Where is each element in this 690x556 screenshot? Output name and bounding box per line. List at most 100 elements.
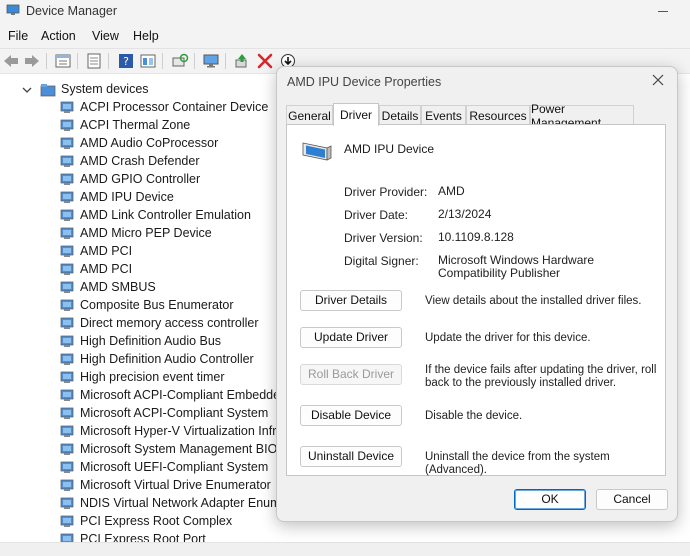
digital-signer-label: Digital Signer: <box>344 254 419 268</box>
system-device-icon <box>60 101 74 113</box>
device-manager-icon <box>6 4 20 15</box>
system-device-icon <box>60 155 74 167</box>
tree-item-label: High Definition Audio Bus <box>80 334 222 348</box>
title-bar: Device Manager <box>0 0 690 24</box>
properties-dialog: AMD IPU Device Properties General Driver… <box>276 66 678 522</box>
tree-item-label: ACPI Processor Container Device <box>80 100 269 114</box>
system-device-icon <box>60 209 74 221</box>
tree-item-label: Microsoft ACPI-Compliant Embedded <box>80 388 288 402</box>
tree-item-label: PCI Express Root Complex <box>80 514 233 528</box>
system-device-icon <box>60 389 74 401</box>
disable-device-description: Disable the device. <box>425 410 523 422</box>
tree-item-label: AMD SMBUS <box>80 280 156 294</box>
update-driver-description: Update the driver for this device. <box>425 332 591 344</box>
tree-item-label: Microsoft System Management BIOS <box>80 442 286 456</box>
close-icon[interactable] <box>651 73 665 87</box>
tree-item-label: Microsoft ACPI-Compliant System <box>80 406 269 420</box>
menu-bar: File Action View Help <box>0 24 690 49</box>
add-driver-icon[interactable] <box>233 53 251 69</box>
driver-provider-value: AMD <box>438 184 465 198</box>
toolbar-separator <box>225 53 226 69</box>
show-hidden-icon[interactable] <box>139 53 157 69</box>
forward-arrow-icon[interactable] <box>23 53 41 69</box>
chevron-down-icon[interactable] <box>22 85 32 95</box>
horizontal-scrollbar[interactable] <box>0 542 690 556</box>
update-driver-button[interactable]: Update Driver <box>300 327 402 348</box>
system-device-icon <box>60 263 74 275</box>
tab-power-management[interactable]: Power Management <box>530 102 634 130</box>
system-device-icon <box>60 479 74 491</box>
menu-action[interactable]: Action <box>41 29 76 43</box>
menu-file[interactable]: File <box>8 29 28 43</box>
system-device-icon <box>60 137 74 149</box>
tree-item-label: Microsoft Hyper-V Virtualization Infra <box>80 424 284 438</box>
monitor-icon[interactable] <box>202 53 220 69</box>
digital-signer-value: Microsoft Windows Hardware Compatibility… <box>438 253 595 280</box>
tree-item-label: AMD Micro PEP Device <box>80 226 212 240</box>
system-device-icon <box>60 119 74 131</box>
driver-details-description: View details about the installed driver … <box>425 295 642 307</box>
device-name: AMD IPU Device <box>344 142 435 156</box>
menu-help[interactable]: Help <box>133 29 159 43</box>
tree-item-label: Composite Bus Enumerator <box>80 298 234 312</box>
system-device-icon <box>60 173 74 185</box>
tree-item-label: AMD GPIO Controller <box>80 172 201 186</box>
back-arrow-icon[interactable] <box>2 53 20 69</box>
toolbar-separator <box>77 53 78 69</box>
tree-item-label: High Definition Audio Controller <box>80 352 254 366</box>
properties-icon[interactable] <box>54 53 72 69</box>
tree-item-label: AMD IPU Device <box>80 190 174 204</box>
tree-item-label: AMD Link Controller Emulation <box>80 208 251 222</box>
system-device-icon <box>60 227 74 239</box>
tree-item-label: Direct memory access controller <box>80 316 259 330</box>
roll-back-driver-button[interactable]: Roll Back Driver <box>300 364 402 385</box>
system-device-icon <box>60 281 74 293</box>
driver-details-button[interactable]: Driver Details <box>300 290 402 311</box>
tab-driver[interactable]: Driver <box>333 103 379 126</box>
device-icon <box>302 142 332 161</box>
system-device-icon <box>60 371 74 383</box>
driver-date-label: Driver Date: <box>344 208 409 222</box>
tab-resources[interactable]: Resources <box>466 105 530 125</box>
tree-item-label: PCI Express Root Port <box>80 532 206 542</box>
tree-item-label: Microsoft UEFI-Compliant System <box>80 460 269 474</box>
minimize-button[interactable] <box>656 3 670 17</box>
tab-details[interactable]: Details <box>379 105 421 125</box>
system-device-icon <box>60 443 74 455</box>
uninstall-device-button[interactable]: Uninstall Device <box>300 446 402 467</box>
remove-device-icon[interactable] <box>256 53 274 69</box>
toolbar-separator <box>162 53 163 69</box>
system-device-icon <box>60 317 74 329</box>
disable-device-button[interactable]: Disable Device <box>300 405 402 426</box>
toolbar-separator <box>194 53 195 69</box>
menu-view[interactable]: View <box>92 29 119 43</box>
svg-text:?: ? <box>123 55 129 68</box>
tree-item-label: AMD Audio CoProcessor <box>80 136 219 150</box>
tab-general[interactable]: General <box>286 105 333 125</box>
uninstall-device-description: Uninstall the device from the system (Ad… <box>425 451 610 476</box>
tab-events[interactable]: Events <box>421 105 466 125</box>
driver-date-value: 2/13/2024 <box>438 207 492 221</box>
tree-item-label: ACPI Thermal Zone <box>80 118 191 132</box>
tree-item-label: AMD PCI <box>80 244 133 258</box>
tree-item-label: AMD PCI <box>80 262 133 276</box>
update-list-icon[interactable] <box>85 53 103 69</box>
driver-provider-label: Driver Provider: <box>344 185 428 199</box>
window-title: Device Manager <box>26 4 118 18</box>
driver-tab-panel: AMD IPU Device Driver Provider: AMD Driv… <box>286 124 666 476</box>
scan-hardware-icon[interactable] <box>171 53 189 69</box>
driver-version-label: Driver Version: <box>344 231 423 245</box>
tree-item-label: High precision event timer <box>80 370 225 384</box>
help-icon[interactable]: ? <box>117 53 135 69</box>
ok-button[interactable]: OK <box>514 489 586 510</box>
tree-item-label: NDIS Virtual Network Adapter Enume <box>80 496 288 510</box>
cancel-button[interactable]: Cancel <box>596 489 668 510</box>
system-device-icon <box>60 533 74 542</box>
tree-item-label: Microsoft Virtual Drive Enumerator <box>80 478 271 492</box>
toolbar-separator <box>108 53 109 69</box>
system-device-icon <box>60 245 74 257</box>
system-device-icon <box>60 425 74 437</box>
system-device-icon <box>60 353 74 365</box>
roll-back-driver-description: If the device fails after updating the d… <box>425 364 657 389</box>
system-device-icon <box>60 299 74 311</box>
